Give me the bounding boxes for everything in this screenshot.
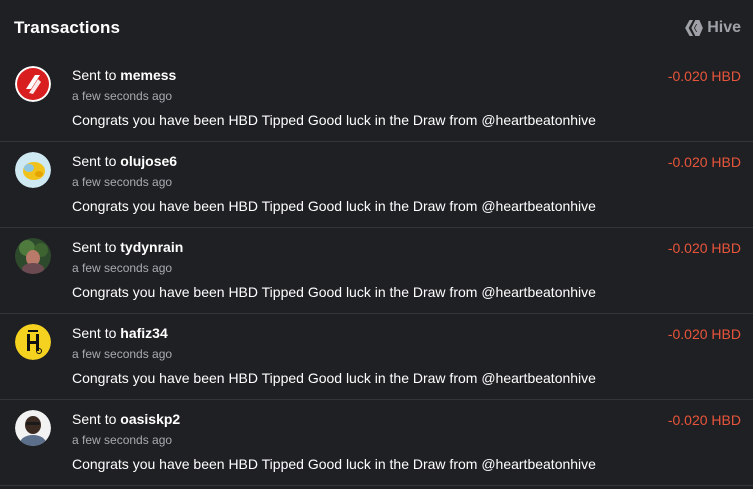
timestamp: a few seconds ago [72,89,173,103]
transactions-panel: Transactions Hive Sent to memess a few s… [0,0,753,489]
transaction-row[interactable]: Sent to memess a few seconds ago Congrat… [0,56,753,142]
panel-header: Transactions Hive [0,0,753,56]
yellow-blob-avatar-icon[interactable] [15,152,51,188]
sent-to-label: Sent to [72,153,117,169]
transaction-list: Sent to memess a few seconds ago Congrat… [0,56,753,486]
yellow-h-avatar-icon[interactable] [15,324,51,360]
memo-text: Congrats you have been HBD Tipped Good l… [72,284,596,300]
sent-to-label: Sent to [72,411,117,427]
transfer-line: Sent to tydynrain [72,239,183,255]
red-logo-avatar-icon[interactable] [15,66,51,102]
memo-text: Congrats you have been HBD Tipped Good l… [72,112,596,128]
recipient-link[interactable]: tydynrain [120,239,183,255]
transfer-line: Sent to oasiskp2 [72,411,180,427]
memo-text: Congrats you have been HBD Tipped Good l… [72,370,596,386]
amount: -0.020 HBD [667,68,741,84]
recipient-link[interactable]: olujose6 [120,153,177,169]
recipient-link[interactable]: memess [120,67,176,83]
transaction-row[interactable]: Sent to olujose6 a few seconds ago Congr… [0,142,753,228]
timestamp: a few seconds ago [72,261,173,275]
transfer-line: Sent to olujose6 [72,153,177,169]
sent-to-label: Sent to [72,67,117,83]
amount: -0.020 HBD [667,326,741,342]
amount: -0.020 HBD [667,240,741,256]
transaction-row[interactable]: Sent to hafiz34 a few seconds ago Congra… [0,314,753,400]
timestamp: a few seconds ago [72,347,173,361]
transfer-line: Sent to hafiz34 [72,325,168,341]
person-avatar-icon[interactable] [15,410,51,446]
timestamp: a few seconds ago [72,175,173,189]
recipient-link[interactable]: hafiz34 [120,325,167,341]
hive-brand[interactable]: Hive [685,19,741,37]
memo-text: Congrats you have been HBD Tipped Good l… [72,456,596,472]
page-title: Transactions [14,18,121,37]
transfer-line: Sent to memess [72,67,176,83]
brand-label: Hive [707,19,741,36]
photo-avatar-icon[interactable] [15,238,51,274]
sent-to-label: Sent to [72,325,117,341]
transaction-row[interactable]: Sent to tydynrain a few seconds ago Cong… [0,228,753,314]
timestamp: a few seconds ago [72,433,173,447]
amount: -0.020 HBD [667,154,741,170]
transaction-row[interactable]: Sent to oasiskp2 a few seconds ago Congr… [0,400,753,486]
recipient-link[interactable]: oasiskp2 [120,411,180,427]
memo-text: Congrats you have been HBD Tipped Good l… [72,198,596,214]
sent-to-label: Sent to [72,239,117,255]
hive-logo-icon [685,20,704,36]
amount: -0.020 HBD [667,412,741,428]
